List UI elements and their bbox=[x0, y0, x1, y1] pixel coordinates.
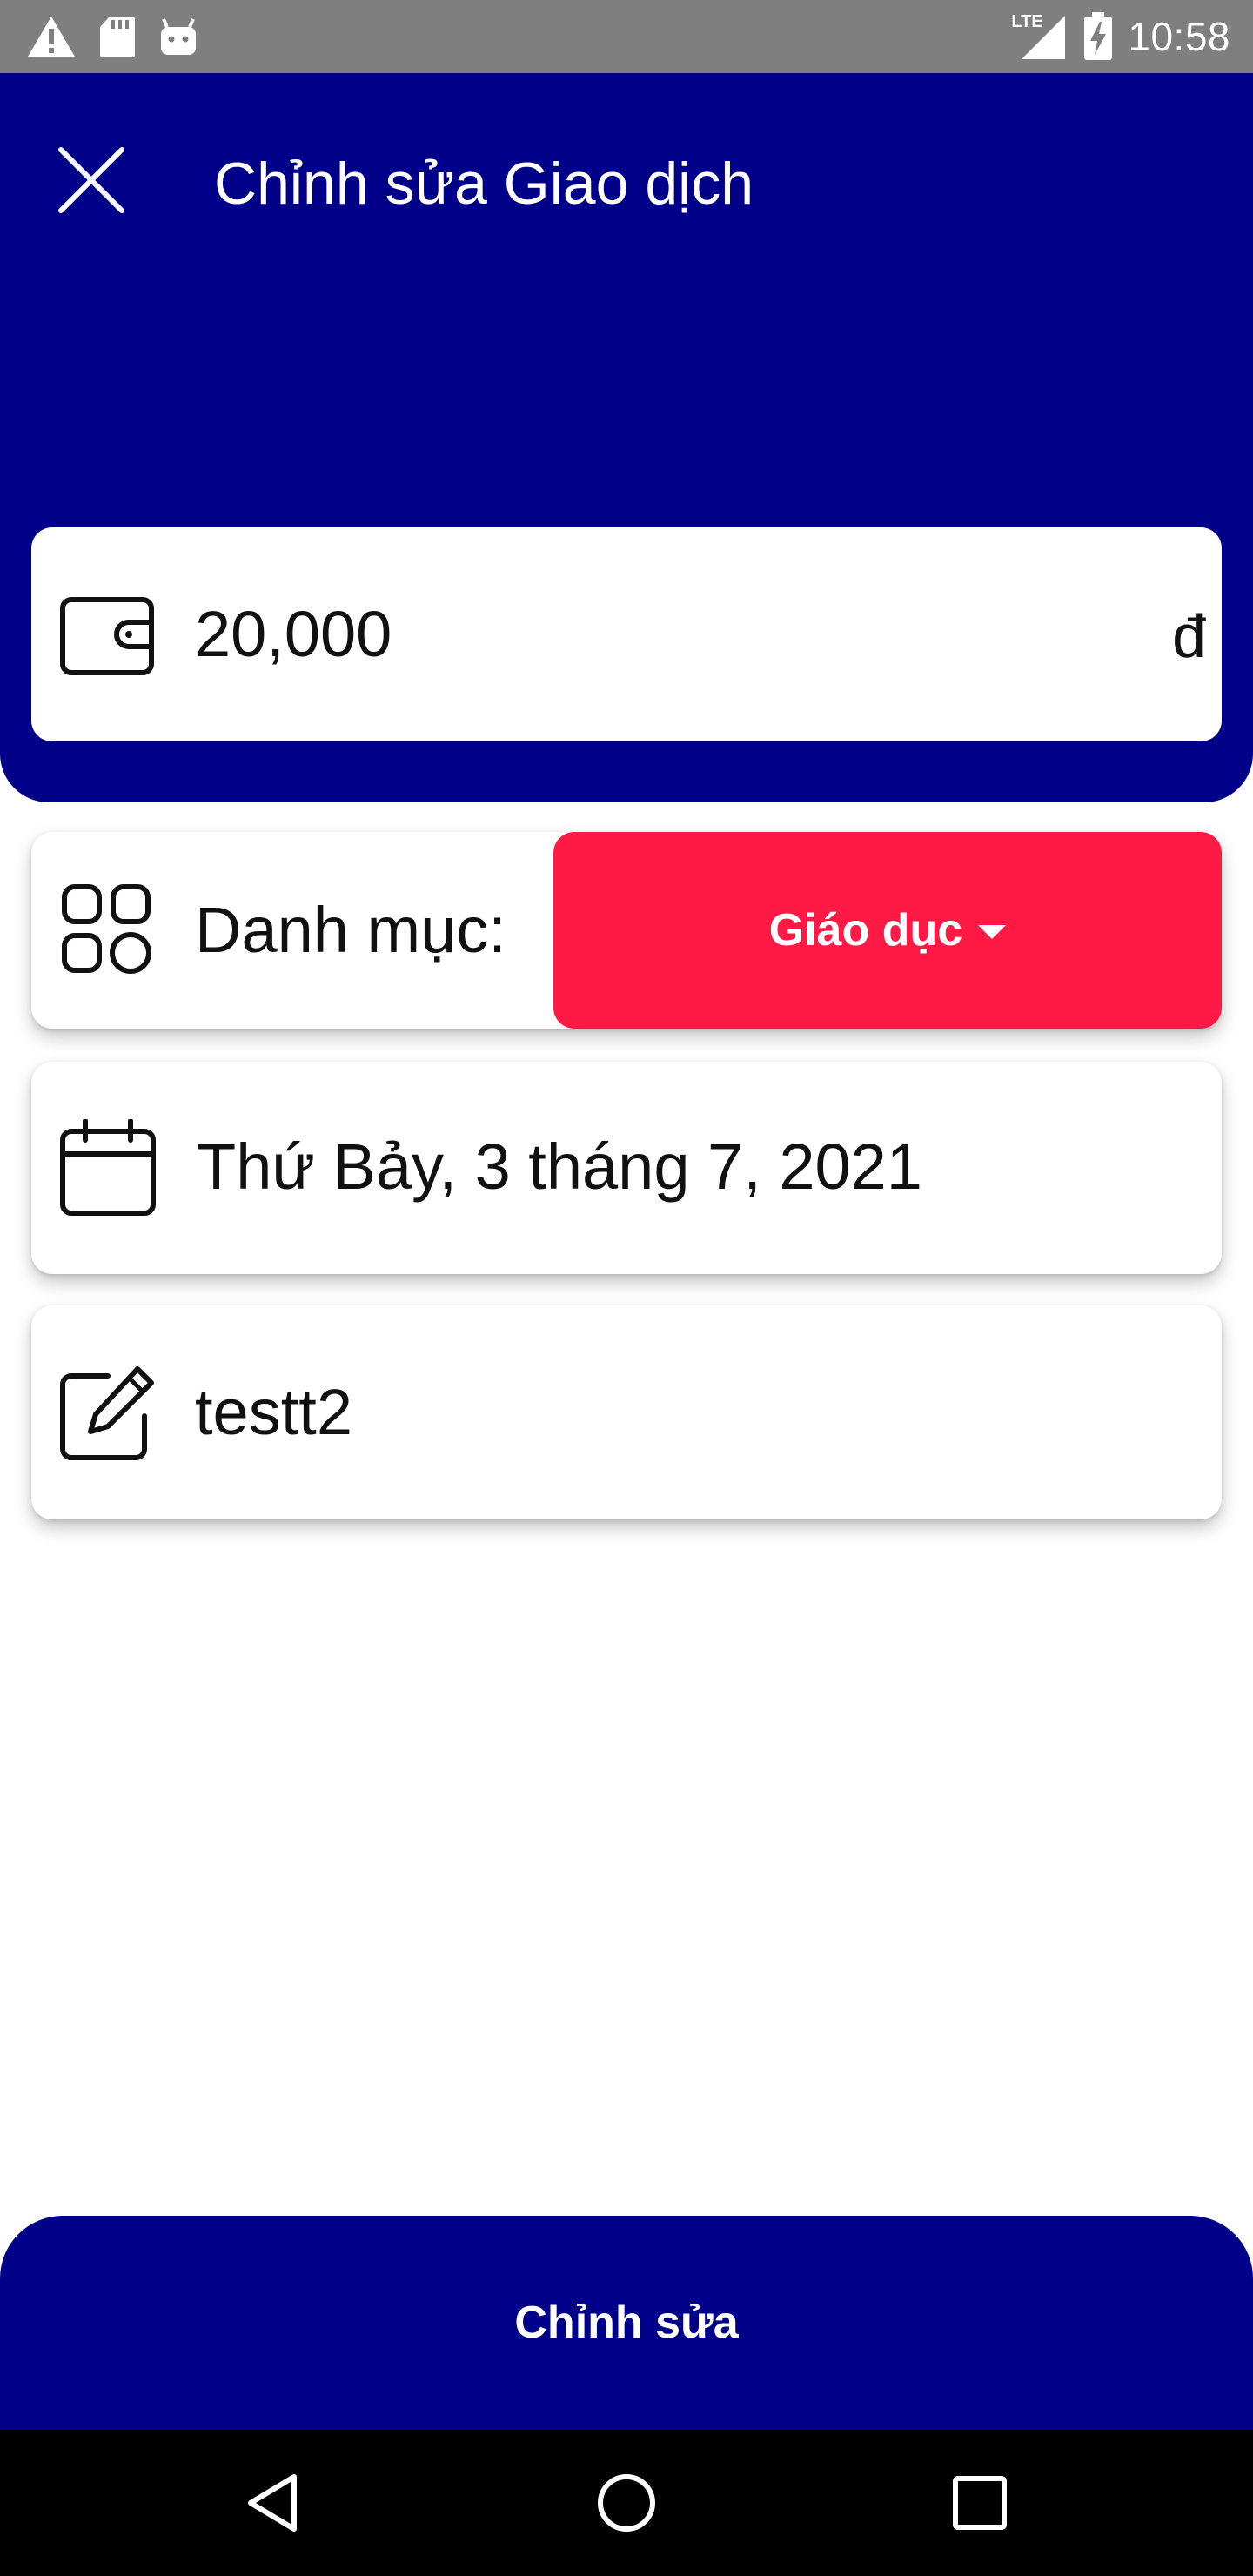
sd-card-icon bbox=[100, 17, 135, 57]
amount-field[interactable]: 20,000 đ bbox=[31, 527, 1222, 741]
back-icon bbox=[248, 2474, 297, 2532]
recents-icon bbox=[953, 2476, 1007, 2530]
category-row: Danh mục: Giáo dục bbox=[31, 832, 1222, 1029]
edit-submit-button[interactable]: Chỉnh sửa bbox=[0, 2216, 1253, 2430]
status-right-icons: LTE 10:58 bbox=[1011, 7, 1230, 66]
home-icon bbox=[598, 2474, 655, 2532]
amount-input[interactable]: 20,000 bbox=[195, 594, 392, 675]
warning-icon bbox=[28, 17, 75, 57]
status-bar: LTE 10:58 bbox=[0, 0, 1253, 73]
calendar-icon bbox=[60, 1119, 156, 1216]
wallet-icon bbox=[60, 597, 154, 675]
caret-down-icon bbox=[978, 925, 1007, 939]
category-selected-value: Giáo dục bbox=[768, 905, 963, 956]
edit-submit-label: Chỉnh sửa bbox=[514, 2298, 739, 2348]
android-icon bbox=[161, 18, 196, 55]
clock: 10:58 bbox=[1128, 14, 1230, 59]
date-picker[interactable]: Thứ Bảy, 3 tháng 7, 2021 bbox=[31, 1062, 1222, 1274]
note-input[interactable]: testt2 bbox=[195, 1372, 352, 1453]
status-left-icons bbox=[26, 10, 198, 63]
category-dropdown[interactable]: Giáo dục bbox=[553, 832, 1222, 1029]
edit-icon bbox=[60, 1366, 154, 1460]
battery-charging-icon bbox=[1084, 12, 1113, 60]
navigation-bar bbox=[0, 2430, 1253, 2576]
close-button[interactable] bbox=[52, 141, 131, 219]
category-label: Danh mục: bbox=[195, 894, 506, 966]
nav-recents-button[interactable] bbox=[945, 2468, 1015, 2538]
date-value: Thứ Bảy, 3 tháng 7, 2021 bbox=[197, 1130, 922, 1203]
currency-symbol: đ bbox=[1172, 602, 1206, 670]
signal-icon: LTE bbox=[1011, 12, 1069, 61]
grid-icon bbox=[62, 884, 151, 974]
nav-home-button[interactable] bbox=[592, 2468, 661, 2538]
page-title: Chỉnh sửa Giao dịch bbox=[214, 151, 754, 217]
note-field[interactable]: testt2 bbox=[31, 1305, 1222, 1519]
nav-back-button[interactable] bbox=[240, 2468, 310, 2538]
close-icon bbox=[58, 147, 124, 213]
